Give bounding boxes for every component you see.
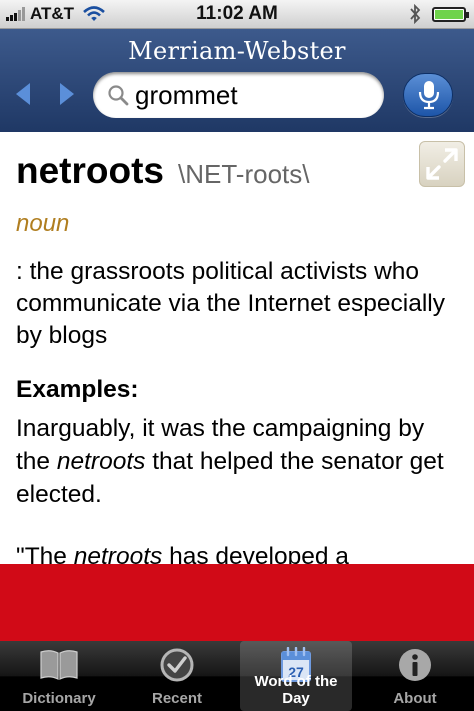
brand-title: Merriam-Webster [128, 37, 346, 65]
search-box[interactable] [93, 72, 384, 118]
arrow-right-icon [60, 83, 74, 105]
microphone-icon [418, 81, 440, 110]
example-text: "The [16, 543, 74, 564]
headword: netroots [16, 150, 164, 191]
status-bar: AT&T 11:02 AM [0, 0, 474, 29]
tab-recent[interactable]: Recent [118, 641, 236, 711]
example-sentence: "The netroots has developed a [16, 540, 461, 564]
example-highlight: netroots [56, 448, 146, 475]
part-of-speech: noun [16, 210, 70, 237]
expand-button[interactable] [419, 141, 465, 187]
ad-banner[interactable] [0, 564, 474, 641]
tab-label: Word of the Day [254, 673, 338, 707]
search-icon [108, 85, 129, 106]
tab-bar: Dictionary Recent 27 Word of the Day Abo… [0, 641, 474, 711]
clock: 11:02 AM [196, 3, 278, 24]
tab-label: Dictionary [22, 690, 96, 707]
example-text: has developed a [162, 543, 349, 564]
back-arrow-button[interactable] [14, 81, 32, 107]
examples-heading: Examples: [16, 376, 139, 403]
tab-label: About [393, 690, 437, 707]
app-header: Merriam-Webster [0, 29, 474, 132]
tab-label: Recent [151, 690, 203, 707]
tab-dictionary[interactable]: Dictionary [0, 641, 118, 711]
example-highlight: netroots [73, 543, 163, 564]
bluetooth-icon [410, 4, 421, 24]
battery-icon [432, 7, 469, 22]
tab-word-of-the-day[interactable]: 27 Word of the Day [240, 641, 352, 711]
pronunciation: \NET-roots\ [178, 159, 310, 189]
voice-search-button[interactable] [403, 73, 453, 117]
entry-content: netroots \NET-roots\ noun : the grassroot… [0, 132, 474, 564]
info-icon [399, 649, 431, 681]
example-sentence: Inarguably, it was the campaigning by th… [16, 412, 461, 511]
arrow-left-icon [16, 83, 30, 105]
headword-line: netroots \NET-roots\ [16, 150, 309, 192]
definition: : the grassroots political activists who… [16, 258, 445, 349]
forward-arrow-button[interactable] [58, 81, 76, 107]
search-input[interactable] [135, 78, 370, 112]
book-icon [40, 650, 78, 680]
checkmark-clock-icon [160, 648, 194, 682]
expand-icon [426, 148, 458, 180]
tab-about[interactable]: About [356, 641, 474, 711]
